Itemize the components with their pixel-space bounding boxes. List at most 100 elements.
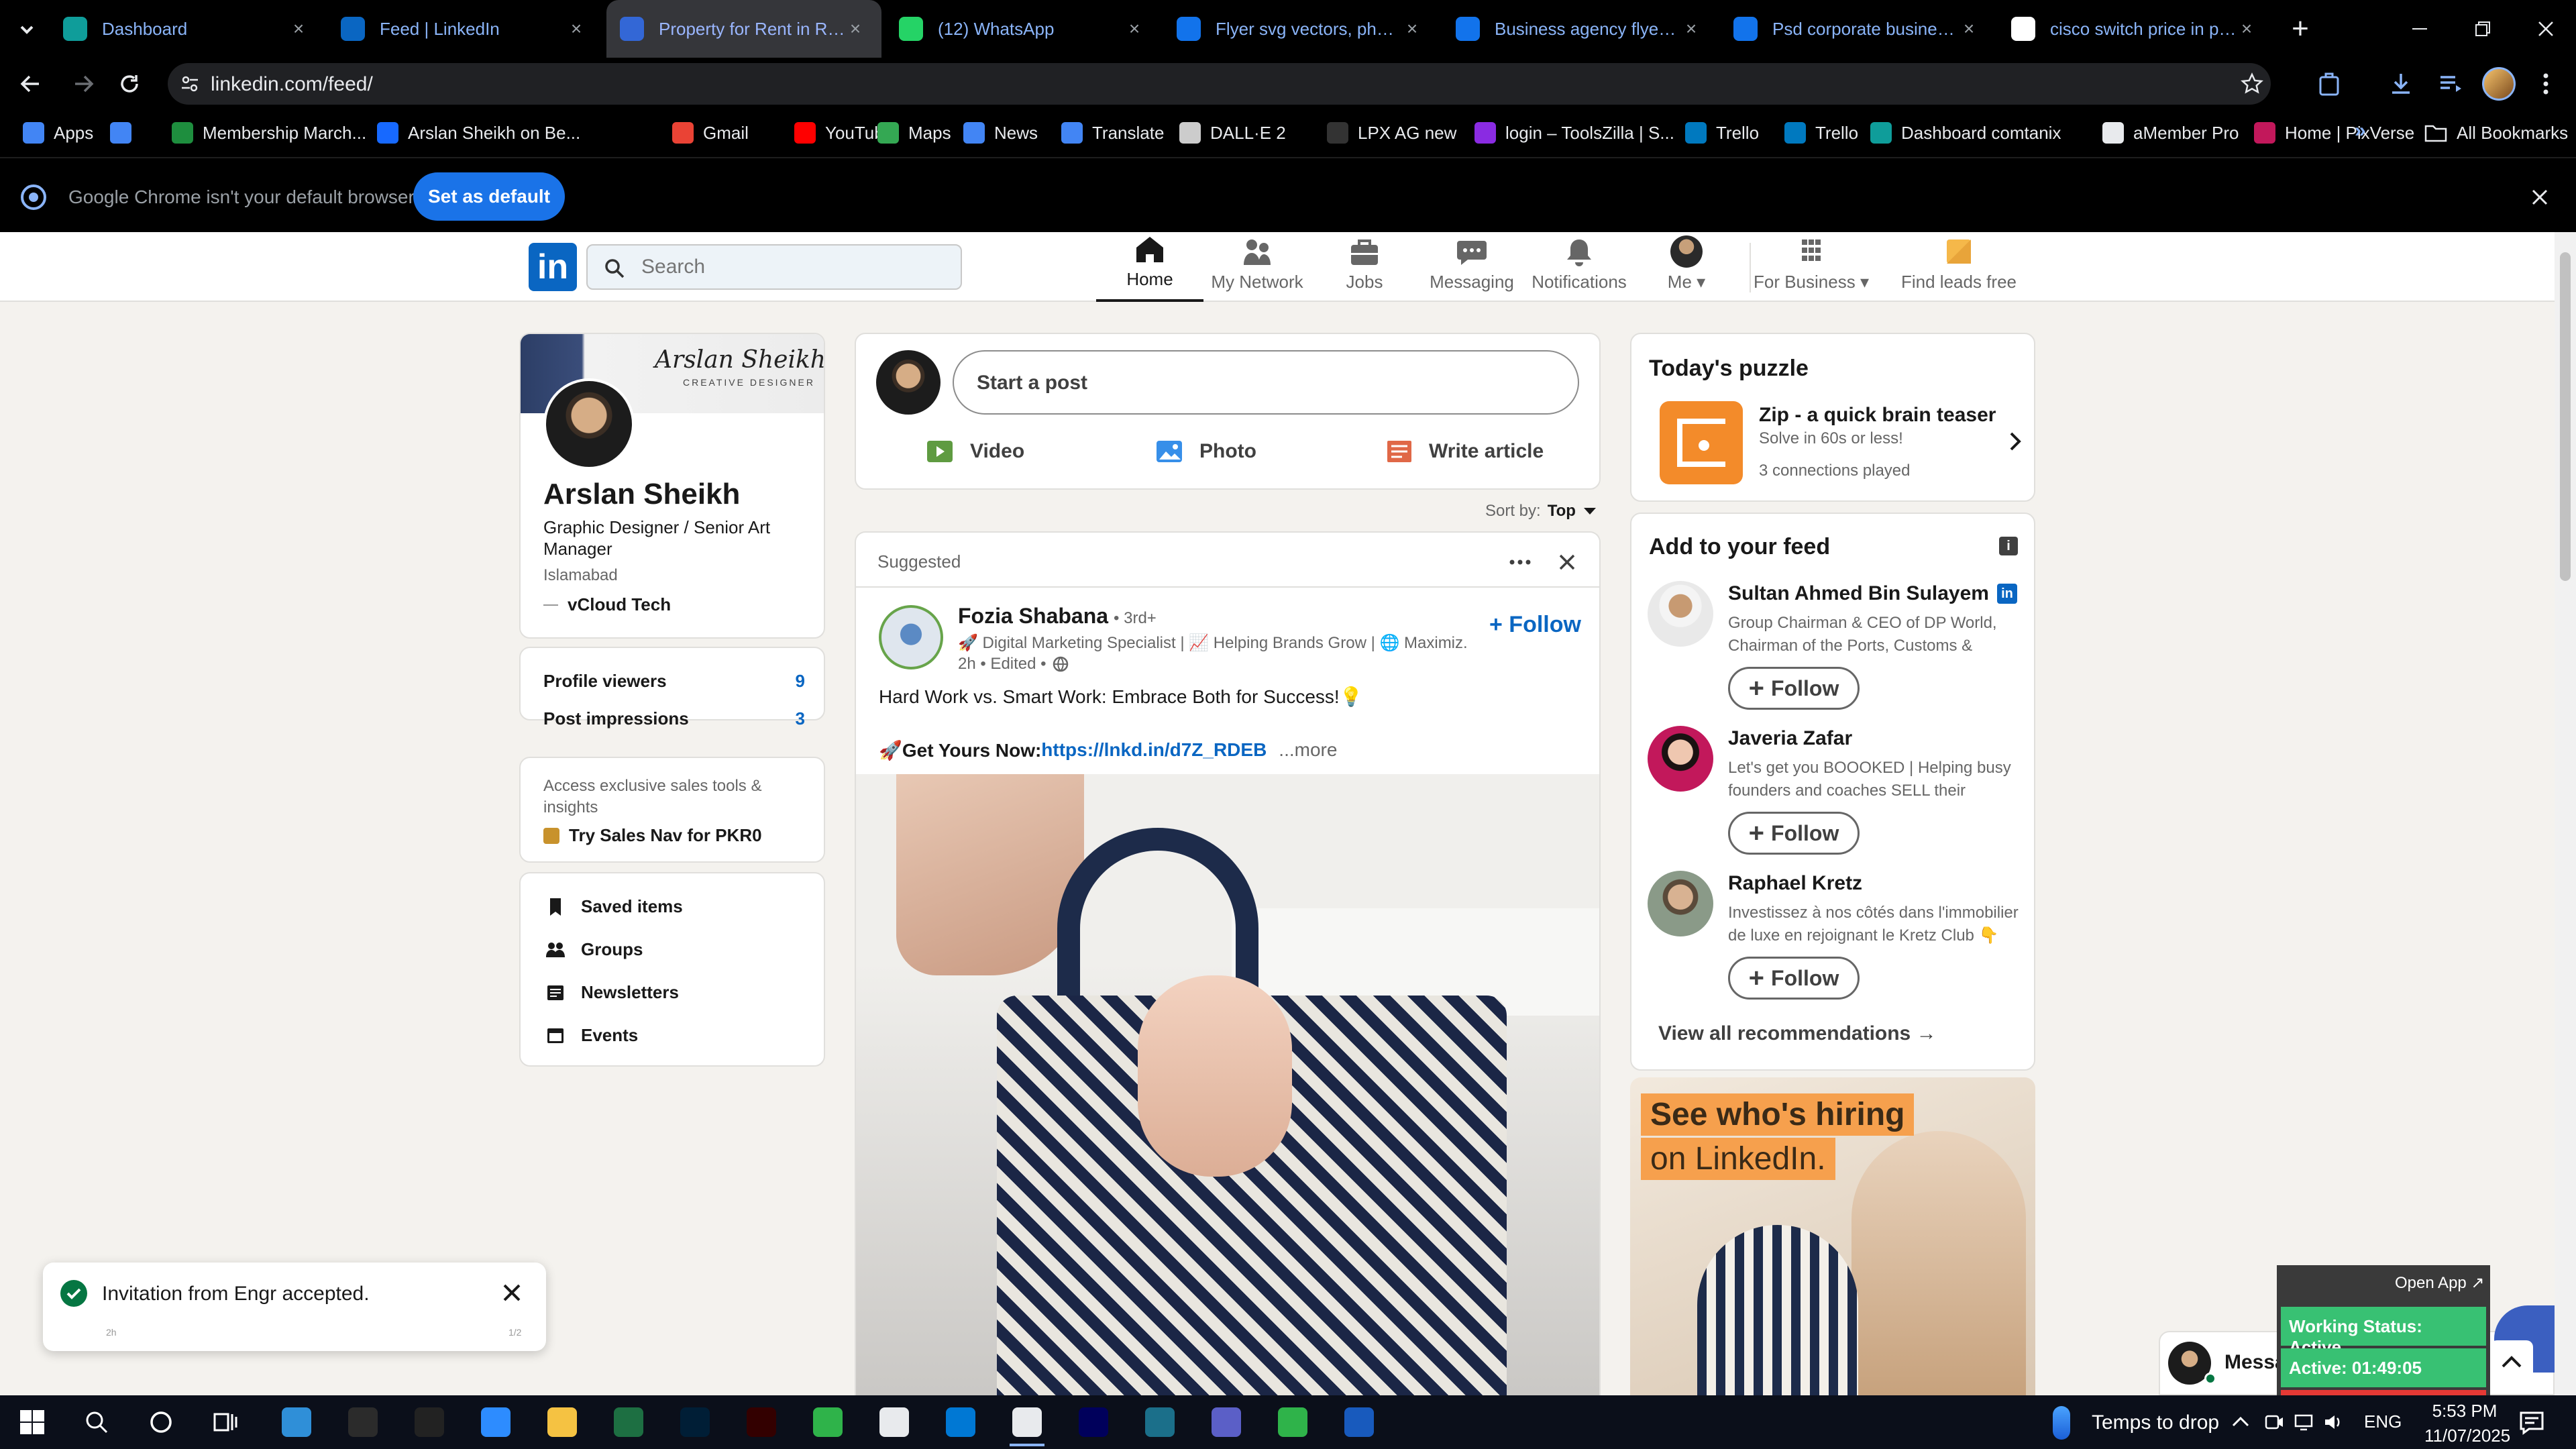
stat-post-impressions[interactable]: Post impressions 3 [543, 708, 805, 729]
person-name[interactable]: Javeria Zafar [1728, 727, 1852, 750]
pen-taskbar-button[interactable] [343, 1402, 383, 1442]
address-bar[interactable]: linkedin.com/feed/ [168, 63, 2271, 105]
search-input[interactable] [641, 254, 936, 280]
bookmark-item[interactable]: Trello [1784, 114, 1858, 152]
scrollbar-thumb[interactable] [2560, 252, 2571, 581]
set-as-default-button[interactable]: Set as default [413, 172, 565, 221]
profile-company[interactable]: vCloud Tech [543, 594, 671, 615]
bookmark-item[interactable]: Maps [877, 114, 951, 152]
tab-search-dropdown[interactable] [13, 16, 40, 43]
close-tab-icon[interactable]: × [1681, 19, 1701, 39]
zoom-taskbar-button[interactable] [476, 1402, 516, 1442]
bookmark-item[interactable] [110, 114, 141, 152]
stop-bar[interactable] [2281, 1390, 2486, 1395]
close-tab-icon[interactable]: × [2237, 19, 2257, 39]
close-window-button[interactable] [2514, 0, 2576, 58]
teams-taskbar-button[interactable] [1206, 1402, 1246, 1442]
bookmark-item[interactable]: Trello [1685, 114, 1759, 152]
profile-name[interactable]: Arslan Sheikh [543, 478, 740, 511]
person-avatar[interactable] [1648, 871, 1713, 936]
more-horizontal-icon[interactable] [1507, 549, 1534, 576]
bookmark-item[interactable]: Translate [1061, 114, 1164, 152]
view-all-recommendations[interactable]: View all recommendations → [1658, 1022, 1937, 1045]
premium-card[interactable]: Access exclusive sales tools & insights … [519, 757, 825, 863]
terminal-taskbar-button[interactable] [409, 1402, 449, 1442]
nav-for-business[interactable]: For Business ▾ [1751, 232, 1872, 302]
bookmark-item[interactable]: Gmail [672, 114, 749, 152]
dismiss-post-icon[interactable] [1554, 549, 1580, 576]
bookmark-item[interactable]: Dashboard comtanix [1870, 114, 2061, 152]
hiring-ad[interactable]: See who's hiring on LinkedIn. [1630, 1077, 2035, 1395]
close-infobar-icon[interactable] [2529, 186, 2551, 208]
forward-button[interactable] [67, 67, 101, 101]
task-view-button[interactable] [205, 1402, 246, 1442]
start-post-button[interactable]: Start a post [953, 350, 1579, 415]
app-green-taskbar-button[interactable] [808, 1402, 848, 1442]
browser-tab[interactable]: Flyer svg vectors, photos × [1163, 0, 1438, 58]
author-avatar[interactable] [879, 605, 943, 669]
linkedin-logo[interactable]: in [529, 243, 577, 291]
stat-profile-viewers[interactable]: Profile viewers 9 [543, 671, 805, 692]
see-more-button[interactable]: ...more [1279, 739, 1337, 761]
person-name-row[interactable]: Sultan Ahmed Bin Sulayem in [1728, 582, 2017, 605]
volume-icon[interactable] [2320, 1402, 2347, 1442]
minimize-button[interactable] [2388, 0, 2451, 58]
close-toast-icon[interactable] [499, 1280, 525, 1305]
puzzle-card[interactable]: Today's puzzle Zip - a quick brain tease… [1630, 333, 2035, 502]
post-video[interactable] [856, 774, 1599, 1403]
chrome-taskbar-button[interactable] [874, 1402, 914, 1442]
bookmark-item[interactable]: aMember Pro [2102, 114, 2239, 152]
file-explorer-taskbar-button[interactable] [542, 1402, 582, 1442]
bookmark-item[interactable]: News [963, 114, 1038, 152]
person-name[interactable]: Raphael Kretz [1728, 872, 1862, 895]
media-button[interactable] [2434, 67, 2467, 101]
page-scrollbar[interactable] [2555, 232, 2576, 1395]
post-author[interactable]: Fozia Shabana • 3rd+ [958, 604, 1157, 629]
chrome-active-taskbar-button[interactable] [1007, 1402, 1047, 1446]
start-button[interactable] [12, 1402, 52, 1442]
illustrator-taskbar-button[interactable] [741, 1402, 782, 1442]
follow-button[interactable]: + Follow [1728, 812, 1860, 855]
weather-text[interactable]: Temps to drop [2092, 1411, 2219, 1434]
reload-button[interactable] [113, 67, 146, 101]
browser-tab[interactable]: Property for Rent in Rawalpindi× [606, 0, 881, 58]
meet-now-icon[interactable] [2261, 1402, 2288, 1442]
photoshop-taskbar-button[interactable] [675, 1402, 715, 1442]
premium-cta[interactable]: Try Sales Nav for PKR0 [543, 825, 762, 846]
edge-taskbar-button[interactable] [276, 1402, 317, 1442]
premiere-taskbar-button[interactable] [1073, 1402, 1114, 1442]
composer-avatar[interactable] [876, 350, 941, 415]
profile-photo[interactable] [543, 378, 635, 470]
video-button[interactable]: Video [926, 431, 1024, 472]
network-tray-icon[interactable] [2290, 1402, 2317, 1442]
browser-tab[interactable]: Feed | LinkedIn × [327, 0, 602, 58]
vscode-taskbar-button[interactable] [941, 1402, 981, 1442]
taskbar-search[interactable] [76, 1402, 117, 1442]
browser-tab[interactable]: Dashboard × [50, 0, 325, 58]
cortana-button[interactable] [141, 1402, 181, 1442]
link-groups[interactable]: Groups [546, 939, 643, 960]
nav-notifications[interactable]: Notifications [1525, 232, 1633, 302]
nav-messaging[interactable]: Messaging [1418, 232, 1525, 302]
browser-tab[interactable]: (12) WhatsApp × [885, 0, 1161, 58]
profile-avatar[interactable] [2482, 67, 2516, 101]
close-tab-icon[interactable]: × [1402, 19, 1422, 39]
close-tab-icon[interactable]: × [1124, 19, 1144, 39]
new-tab-button[interactable]: + [2284, 12, 2317, 46]
sort-dropdown[interactable]: Sort by: Top [1485, 502, 1597, 521]
browser-tab[interactable]: Psd corporate business flyer× [1720, 0, 1995, 58]
language-indicator[interactable]: ENG [2364, 1411, 2402, 1432]
close-tab-icon[interactable]: × [288, 19, 309, 39]
menu-button[interactable] [2529, 67, 2563, 101]
close-tab-icon[interactable]: × [1959, 19, 1979, 39]
open-app-link[interactable]: Open App ↗ [2395, 1273, 2485, 1293]
back-button[interactable] [13, 67, 47, 101]
nav-my-network[interactable]: My Network [1203, 232, 1311, 302]
write-article-button[interactable]: Write article [1385, 431, 1544, 472]
word-taskbar-button[interactable] [1339, 1402, 1379, 1442]
link-events[interactable]: Events [546, 1025, 638, 1046]
search-box[interactable] [586, 244, 962, 290]
follow-button[interactable]: + Follow [1728, 957, 1860, 1000]
bookmark-item[interactable]: Arslan Sheikh on Be... [377, 114, 580, 152]
bookmarks-overflow-button[interactable]: » [2355, 119, 2366, 142]
